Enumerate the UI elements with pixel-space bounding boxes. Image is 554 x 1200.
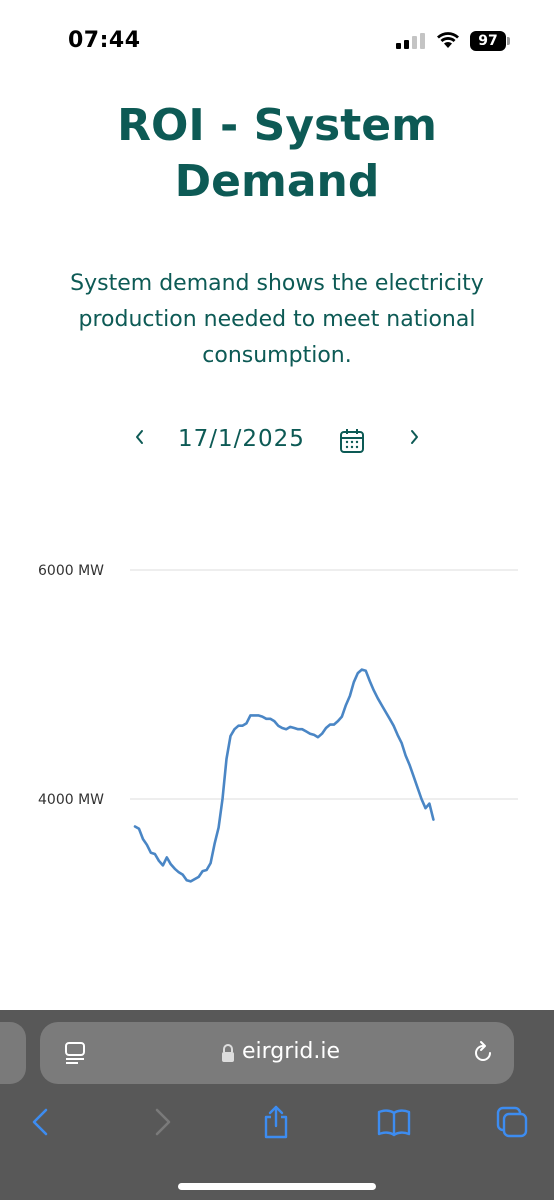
previous-day-button[interactable] bbox=[125, 422, 155, 452]
page-title: ROI - System Demand bbox=[0, 98, 554, 210]
lock-icon bbox=[222, 1044, 234, 1062]
y-tick-label: 4000 MW bbox=[38, 792, 104, 808]
chevron-left-icon bbox=[136, 430, 143, 444]
status-time: 07:44 bbox=[68, 28, 141, 53]
bookmarks-icon[interactable] bbox=[376, 1104, 412, 1140]
share-icon[interactable] bbox=[258, 1104, 294, 1140]
previous-tab-preview[interactable] bbox=[0, 1022, 26, 1084]
url-text[interactable]: eirgrid.ie bbox=[242, 1039, 340, 1064]
battery-cap bbox=[507, 37, 510, 45]
reload-icon[interactable] bbox=[470, 1040, 496, 1066]
chart-y-ticks: 6000 MW 4000 MW bbox=[38, 563, 104, 808]
selected-date[interactable]: 17/1/2025 bbox=[178, 426, 305, 452]
chevron-right-icon bbox=[411, 430, 418, 444]
forward-icon[interactable] bbox=[143, 1104, 179, 1140]
home-indicator bbox=[178, 1183, 376, 1190]
battery-indicator: 97 bbox=[470, 31, 506, 51]
y-tick-label: 6000 MW bbox=[38, 563, 104, 579]
page-title-line-2: Demand bbox=[174, 156, 380, 207]
chart-grid bbox=[130, 569, 518, 800]
page-description: System demand shows the electricity prod… bbox=[70, 271, 484, 368]
address-bar[interactable]: eirgrid.ie bbox=[40, 1022, 514, 1084]
system-demand-chart: 6000 MW 4000 MW bbox=[38, 563, 518, 883]
date-navigator: 17/1/2025 bbox=[0, 418, 554, 466]
cellular-signal-icon bbox=[396, 33, 425, 49]
demand-series-line bbox=[133, 668, 435, 883]
status-bar: 07:44 97 bbox=[0, 0, 554, 80]
back-icon[interactable] bbox=[24, 1104, 60, 1140]
calendar-icon[interactable] bbox=[338, 427, 366, 455]
page-title-line-1: ROI - System bbox=[117, 100, 437, 151]
next-day-button[interactable] bbox=[399, 422, 429, 452]
tabs-icon[interactable] bbox=[494, 1104, 530, 1140]
wifi-icon bbox=[437, 32, 459, 48]
reader-icon[interactable] bbox=[62, 1040, 88, 1066]
browser-toolbar: eirgrid.ie bbox=[0, 1010, 554, 1200]
